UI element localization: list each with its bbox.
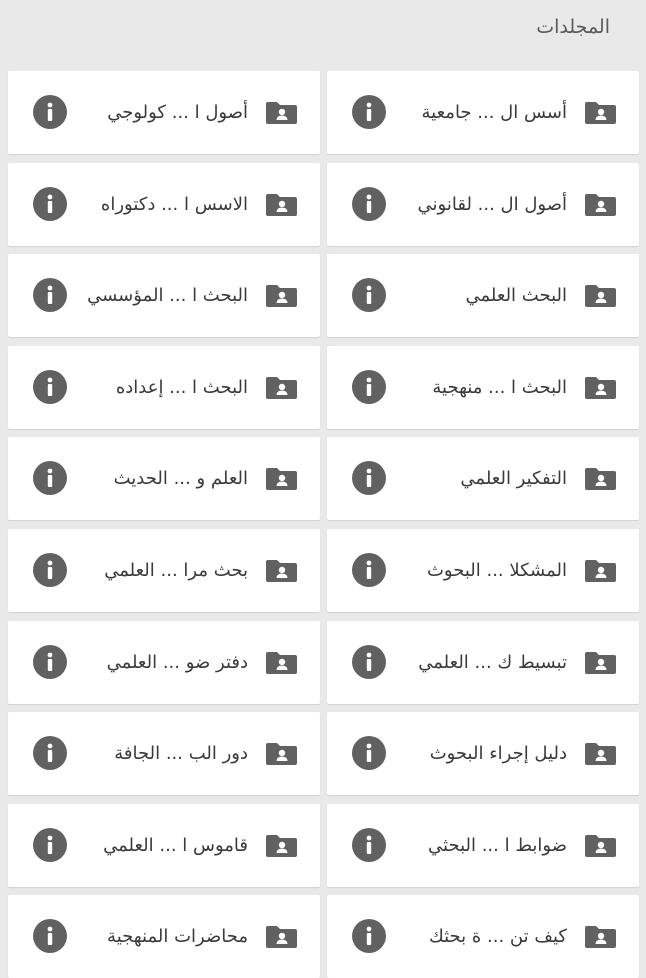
folder-name: أسس ال ... جامعية [421, 102, 567, 123]
folder-card[interactable]: بحث مرا ... العلمي [8, 529, 320, 612]
shared-folder-icon [585, 193, 616, 216]
shared-folder-icon [266, 468, 297, 491]
folder-card[interactable]: كيف تن ... ة بحثك [327, 895, 639, 978]
folder-card[interactable]: دليل إجراء البحوث [327, 712, 639, 796]
folder-card[interactable]: التفكير العلمي [327, 437, 639, 521]
info-icon[interactable] [33, 736, 67, 771]
info-icon[interactable] [33, 95, 67, 129]
folder-card[interactable]: العلم و ... الحديث [8, 437, 320, 521]
shared-folder-icon [266, 193, 297, 216]
info-icon[interactable] [33, 644, 67, 679]
shared-folder-icon [266, 285, 297, 308]
shared-folder-icon [266, 926, 297, 949]
folder-card[interactable]: البحث العلمي [327, 254, 639, 338]
shared-folder-icon [266, 743, 297, 766]
shared-folder-icon [585, 376, 616, 399]
info-icon[interactable] [33, 919, 67, 954]
folder-card[interactable]: أصول ا ... كولوجي [8, 71, 320, 154]
folder-name: تبسيط ك ... العلمي [418, 651, 567, 673]
info-icon[interactable] [352, 644, 386, 679]
info-icon[interactable] [352, 369, 386, 404]
folder-card[interactable]: البحث ا ... المؤسسي [8, 254, 320, 338]
shared-folder-icon [585, 285, 616, 308]
folder-name: التفكير العلمي [460, 468, 567, 490]
info-icon[interactable] [352, 461, 386, 496]
folder-name: قاموس ا ... العلمي [103, 834, 248, 856]
shared-folder-icon [585, 743, 616, 766]
info-icon[interactable] [352, 278, 386, 313]
info-icon[interactable] [352, 919, 386, 954]
info-icon[interactable] [33, 827, 67, 862]
folder-name: المشكلا ... البحوث [426, 560, 567, 581]
info-icon[interactable] [352, 553, 386, 587]
folder-card[interactable]: أسس ال ... جامعية [327, 71, 639, 154]
folder-card[interactable]: قاموس ا ... العلمي [8, 803, 320, 887]
folder-card[interactable]: أصول ال ... لقانوني [327, 162, 639, 246]
folder-name: البحث ا ... منهجية [432, 376, 567, 398]
shared-folder-icon [266, 560, 297, 582]
folder-name: أصول ال ... لقانوني [417, 193, 567, 215]
folder-name: دليل إجراء البحوث [429, 743, 567, 765]
shared-folder-icon [266, 376, 297, 399]
folder-name: ضوابط ا ... البحثي [428, 834, 567, 856]
folder-card[interactable]: دور الب ... الجافة [8, 712, 320, 796]
shared-folder-icon [585, 651, 616, 674]
info-icon[interactable] [33, 553, 67, 587]
folder-card[interactable]: تبسيط ك ... العلمي [327, 620, 639, 704]
folder-card[interactable]: المشكلا ... البحوث [327, 529, 639, 612]
folder-name: كيف تن ... ة بحثك [428, 926, 567, 948]
folder-card[interactable]: محاضرات المنهجية [8, 895, 320, 978]
folder-name: دفتر ضو ... العلمي [106, 651, 248, 673]
folder-name: أصول ا ... كولوجي [107, 102, 248, 123]
folder-card[interactable]: دفتر ضو ... العلمي [8, 620, 320, 704]
shared-folder-icon [585, 468, 616, 491]
folder-name: البحث ا ... إعداده [115, 376, 248, 398]
folder-name: الاسس ا ... دكتوراه [100, 193, 248, 215]
shared-folder-icon [585, 926, 616, 949]
folder-name: محاضرات المنهجية [107, 926, 248, 948]
shared-folder-icon [585, 560, 616, 582]
info-icon[interactable] [33, 186, 67, 221]
info-icon[interactable] [33, 461, 67, 496]
shared-folder-icon [585, 102, 616, 124]
shared-folder-icon [266, 834, 297, 857]
folder-name: بحث مرا ... العلمي [104, 560, 248, 581]
folder-card[interactable]: الاسس ا ... دكتوراه [8, 162, 320, 246]
folder-name: دور الب ... الجافة [114, 743, 248, 765]
header: المجلدات [0, 0, 646, 70]
info-icon[interactable] [352, 95, 386, 129]
shared-folder-icon [585, 834, 616, 857]
folder-card[interactable]: ضوابط ا ... البحثي [327, 803, 639, 887]
shared-folder-icon [266, 651, 297, 674]
shared-folder-icon [266, 102, 297, 124]
folder-name: العلم و ... الحديث [113, 468, 248, 490]
folder-name: البحث العلمي [465, 285, 567, 307]
info-icon[interactable] [352, 186, 386, 221]
info-icon[interactable] [33, 369, 67, 404]
folder-card[interactable]: البحث ا ... منهجية [327, 345, 639, 429]
info-icon[interactable] [352, 827, 386, 862]
folder-card[interactable]: البحث ا ... إعداده [8, 345, 320, 429]
page-title: المجلدات [536, 16, 610, 38]
folder-name: البحث ا ... المؤسسي [87, 285, 248, 307]
info-icon[interactable] [352, 736, 386, 771]
info-icon[interactable] [33, 278, 67, 313]
